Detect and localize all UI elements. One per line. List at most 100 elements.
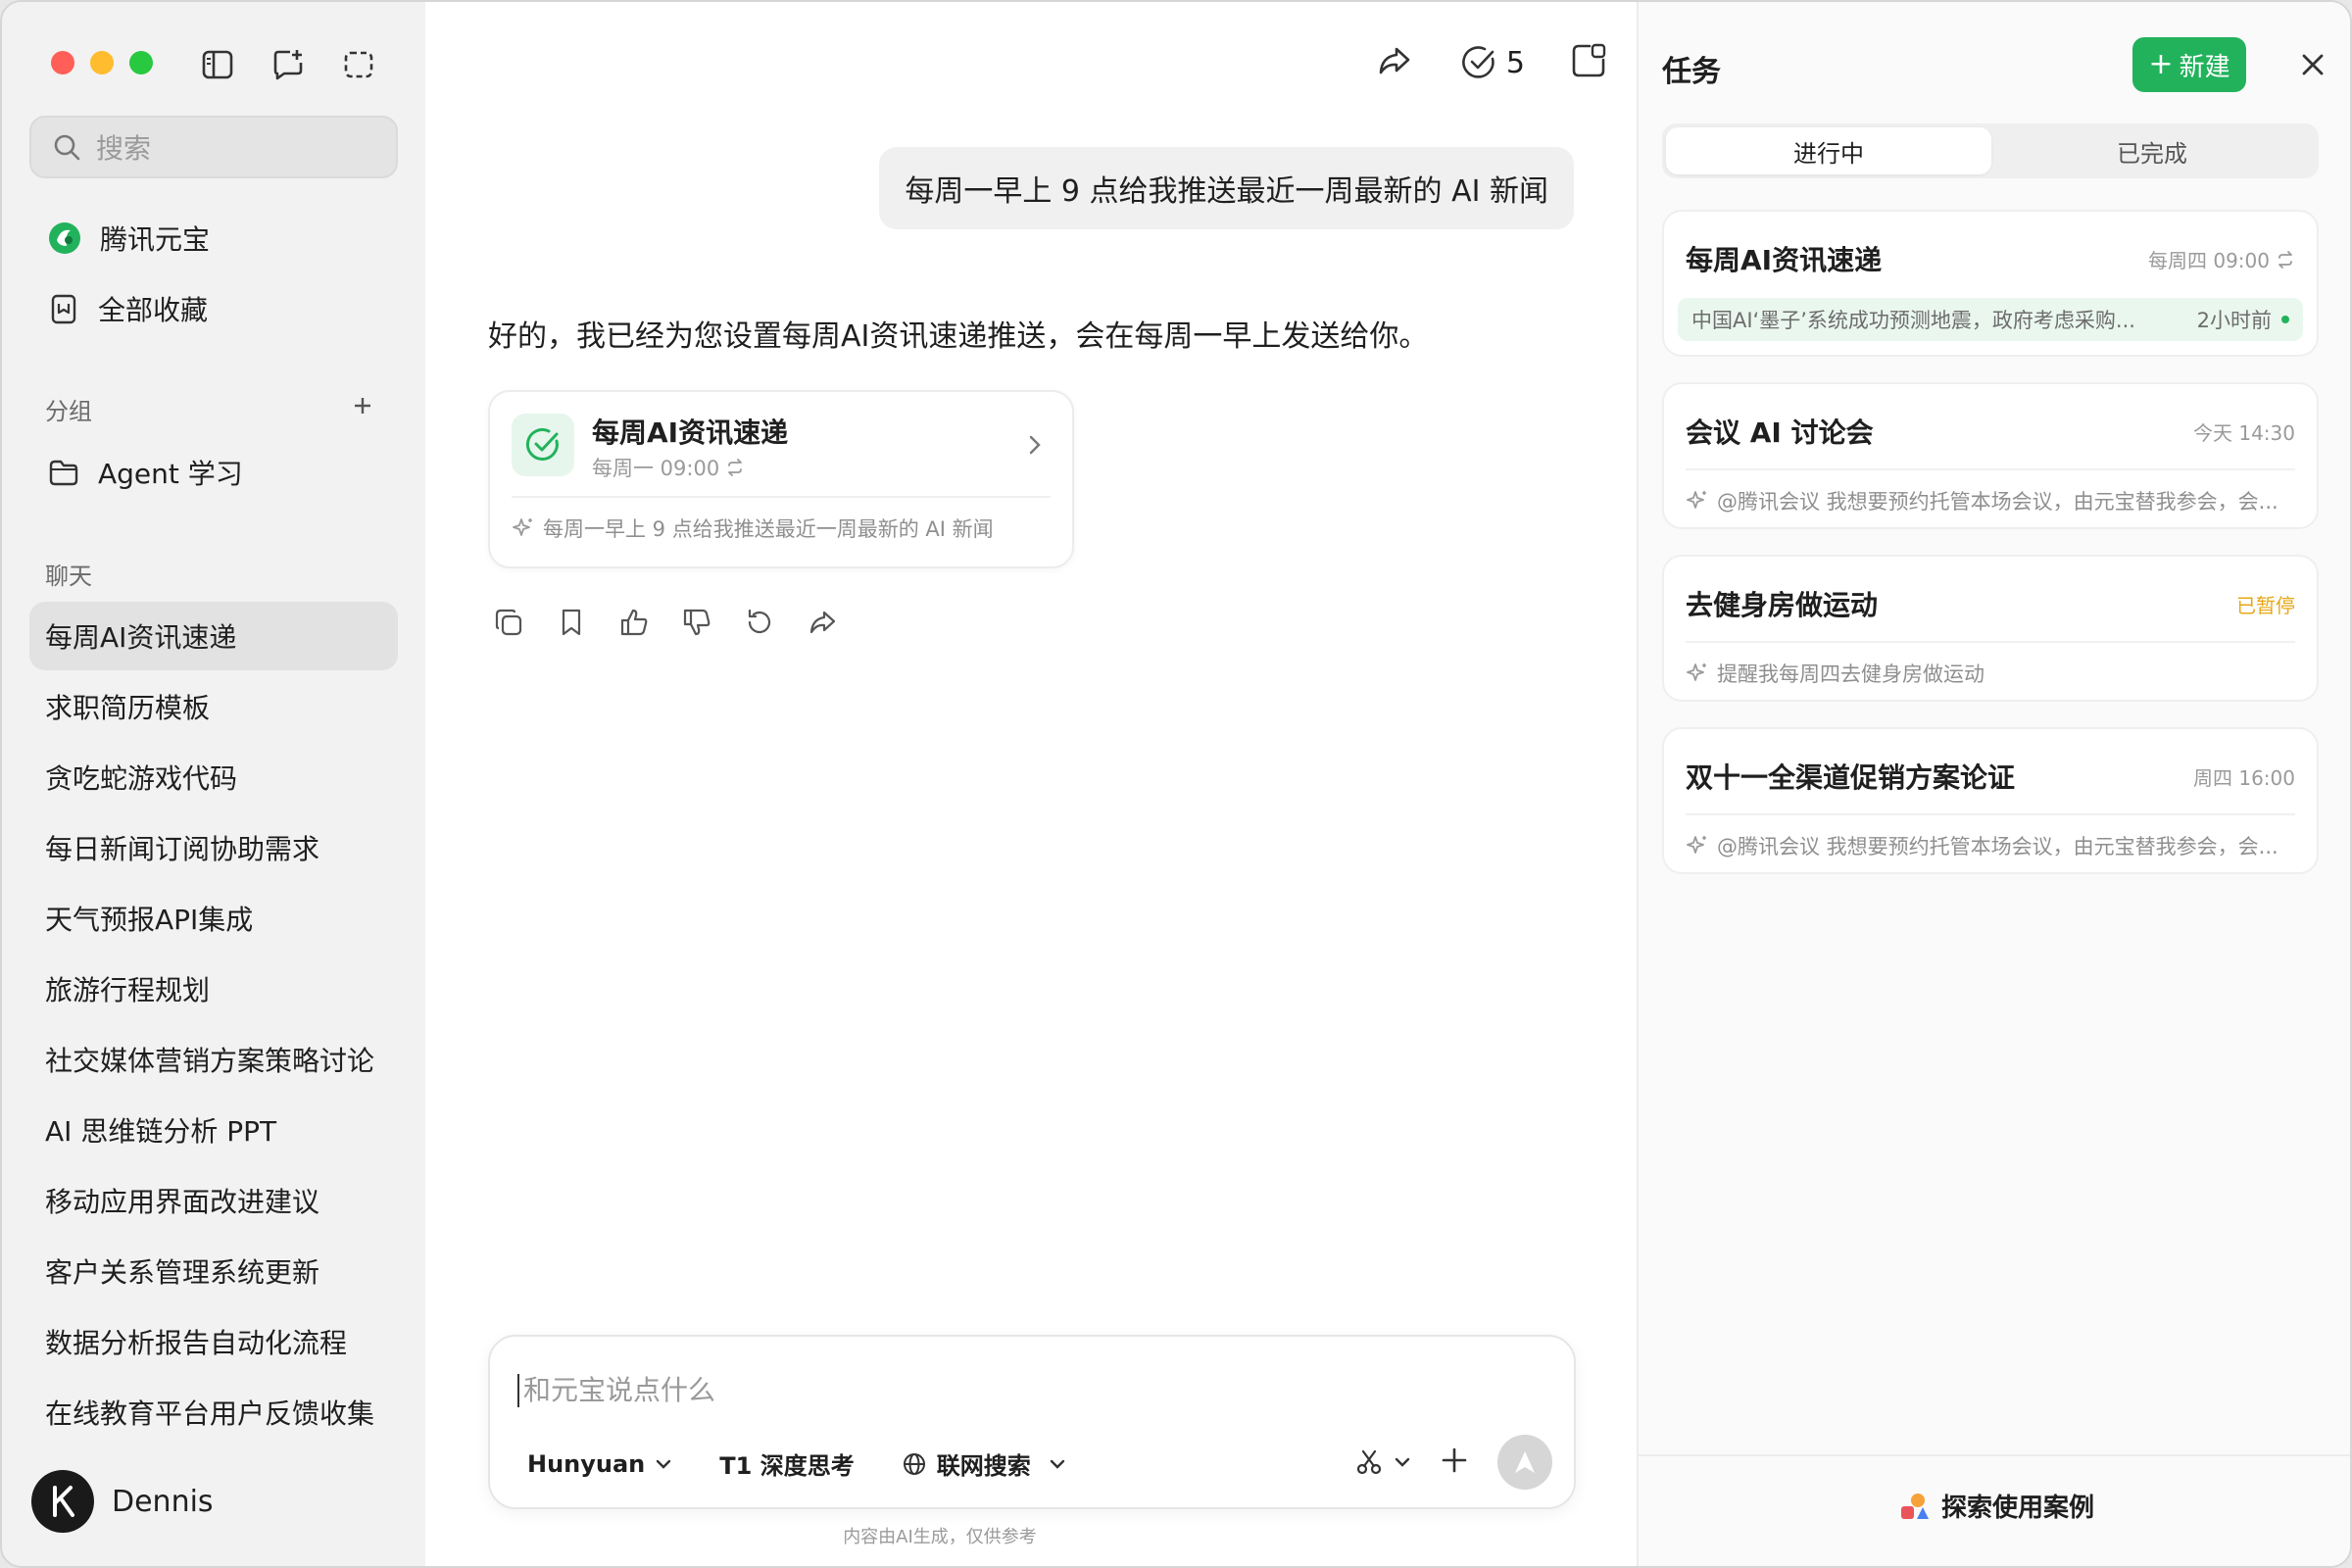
- user-name: Dennis: [112, 1484, 214, 1519]
- share-message-button[interactable]: [806, 606, 839, 639]
- minimize-window-button[interactable]: [90, 51, 114, 74]
- time-ago: 2小时前: [2196, 309, 2272, 332]
- new-window-button[interactable]: [1570, 42, 1607, 83]
- chat-item[interactable]: 社交媒体营销方案策略讨论: [29, 1025, 398, 1094]
- task-filter-tabs: 进行中 已完成: [1662, 123, 2319, 178]
- like-button[interactable]: [617, 606, 651, 639]
- folder-icon: [49, 460, 78, 486]
- groups-heading: 分组: [45, 398, 92, 425]
- chevron-down-icon: [657, 1459, 671, 1469]
- new-task-button[interactable]: + 新建: [2132, 37, 2246, 92]
- explore-use-cases-link[interactable]: 探索使用案例: [1639, 1488, 2350, 1524]
- task-title: 去健身房做运动: [1686, 589, 1879, 621]
- task-item[interactable]: 会议 AI 讨论会 今天 14:30 @腾讯会议 我想要预约托管本场会议，由元宝…: [1662, 382, 2319, 529]
- shapes-icon: [1900, 1493, 1929, 1519]
- repeat-icon: [728, 459, 743, 476]
- chat-item[interactable]: 每日新闻订阅协助需求: [29, 813, 398, 882]
- task-item[interactable]: 双十一全渠道促销方案论证 周四 16:00 @腾讯会议 我想要预约托管本场会议，…: [1662, 727, 2319, 874]
- user-message-bubble: 每周一早上 9 点给我推送最近一周最新的 AI 新闻: [879, 147, 1574, 229]
- chat-item[interactable]: 天气预报API集成: [29, 884, 398, 953]
- globe-icon: [903, 1452, 925, 1475]
- sparkle-icon: [513, 518, 532, 536]
- chat-item[interactable]: 旅游行程规划: [29, 955, 398, 1023]
- ai-disclaimer: 内容由AI生成，仅供参考: [843, 1527, 1037, 1547]
- prompt-text: @腾讯会议 我想要预约托管本场会议，由元宝替我参会，会...: [1717, 490, 2278, 514]
- app-window: 搜索 腾讯元宝 全部收藏 分组 Agent 学习 聊天 每周AI资讯速递 求职简…: [0, 0, 2352, 1568]
- task-title: 双十一全渠道促销方案论证: [1686, 761, 2016, 794]
- new-task-label: 新建: [2179, 52, 2230, 82]
- chevron-down-icon: [1050, 1459, 1064, 1469]
- sidebar-toggle-icon[interactable]: [198, 45, 237, 84]
- group-item-label: Agent 学习: [98, 458, 243, 490]
- nav-item-yuanbao[interactable]: 腾讯元宝: [29, 206, 398, 270]
- task-schedule: 周四 16:00: [2193, 766, 2295, 790]
- panel-title: 任务: [1662, 55, 1721, 89]
- thumbs-up-icon: [620, 609, 648, 636]
- schedule-text: 每周一 09:00: [592, 457, 720, 480]
- tab-completed[interactable]: 已完成: [1989, 127, 2315, 174]
- web-search-toggle[interactable]: 联网搜索: [902, 1446, 1066, 1481]
- chat-item[interactable]: 贪吃蛇游戏代码: [29, 743, 398, 811]
- maximize-window-button[interactable]: [129, 51, 153, 74]
- news-headline: 中国AI‘墨子’系统成功预测地震，政府考虑采购...: [1691, 309, 2135, 332]
- user-profile[interactable]: Dennis: [31, 1470, 214, 1533]
- tasks-button[interactable]: 5: [1459, 43, 1525, 82]
- chat-item[interactable]: 数据分析报告自动化流程: [29, 1307, 398, 1376]
- chat-item[interactable]: AI 思维链分析 PPT: [29, 1096, 398, 1164]
- chat-item[interactable]: 在线教育平台用户反馈收集: [29, 1378, 398, 1446]
- chat-item[interactable]: 求职简历模板: [29, 672, 398, 741]
- close-panel-button[interactable]: [2295, 47, 2330, 82]
- new-chat-icon[interactable]: [269, 45, 308, 84]
- share-button[interactable]: [1375, 41, 1414, 84]
- task-title: 会议 AI 讨论会: [1686, 416, 1874, 449]
- task-prompt: @腾讯会议 我想要预约托管本场会议，由元宝替我参会，会...: [1686, 831, 2295, 860]
- task-item[interactable]: 去健身房做运动 已暂停 提醒我每周四去健身房做运动: [1662, 555, 2319, 702]
- close-window-button[interactable]: [51, 51, 74, 74]
- chevron-right-icon: [1025, 431, 1045, 463]
- screenshot-icon[interactable]: [339, 45, 378, 84]
- chat-item[interactable]: 每周AI资讯速递: [29, 602, 398, 670]
- model-select[interactable]: Hunyuan: [527, 1450, 672, 1478]
- dislike-button[interactable]: [680, 606, 713, 639]
- group-item-agent[interactable]: Agent 学习: [29, 440, 398, 505]
- message-actions: [492, 606, 839, 639]
- task-card[interactable]: 每周AI资讯速递 每周一 09:00 每周一早上 9 点给我推送最近一周最新的 …: [488, 390, 1074, 568]
- composer-right-tools: [1354, 1435, 1552, 1490]
- tab-in-progress[interactable]: 进行中: [1666, 127, 1991, 174]
- result-time: 2小时前: [2197, 305, 2289, 334]
- sparkle-icon: [1687, 491, 1706, 509]
- task-status-paused: 已暂停: [2236, 594, 2295, 617]
- search-input[interactable]: 搜索: [29, 116, 398, 178]
- tools-menu-button[interactable]: [1354, 1447, 1411, 1477]
- search-icon: [54, 134, 80, 161]
- tasks-panel: 任务 + 新建 进行中 已完成 每周AI资讯速递 每周四 09:00 中国AI‘…: [1637, 2, 2350, 1566]
- nav-item-favorites[interactable]: 全部收藏: [29, 276, 398, 341]
- task-card-schedule: 每周一 09:00: [592, 453, 745, 482]
- bookmark-icon: [562, 609, 581, 636]
- prompt-text: 每周一早上 9 点给我推送最近一周最新的 AI 新闻: [543, 517, 994, 541]
- task-status-icon: [512, 414, 574, 476]
- model-label: Hunyuan: [527, 1449, 646, 1478]
- chat-item[interactable]: 移动应用界面改进建议: [29, 1166, 398, 1235]
- attach-button[interactable]: [1439, 1445, 1470, 1480]
- message-input[interactable]: 和元宝说点什么: [517, 1374, 715, 1407]
- copy-button[interactable]: [492, 606, 525, 639]
- sparkle-icon: [1687, 836, 1706, 854]
- deep-think-toggle[interactable]: T1 深度思考: [719, 1446, 854, 1481]
- chat-item[interactable]: 客户关系管理系统更新: [29, 1237, 398, 1305]
- bookmark-icon: [51, 294, 76, 324]
- regenerate-button[interactable]: [743, 606, 776, 639]
- send-button[interactable]: [1497, 1435, 1552, 1490]
- avatar: [31, 1470, 94, 1533]
- divider: [1639, 1454, 2350, 1456]
- web-search-label: 联网搜索: [936, 1452, 1031, 1480]
- task-count: 5: [1505, 45, 1525, 80]
- thumbs-down-icon: [683, 609, 710, 636]
- nav-item-label: 全部收藏: [98, 294, 209, 326]
- add-group-button[interactable]: [347, 390, 378, 421]
- close-icon: [2302, 54, 2324, 75]
- bookmark-button[interactable]: [555, 606, 588, 639]
- task-item[interactable]: 每周AI资讯速递 每周四 09:00 中国AI‘墨子’系统成功预测地震，政府考虑…: [1662, 210, 2319, 357]
- deep-think-label: T1 深度思考: [719, 1452, 855, 1480]
- share-icon: [1379, 47, 1410, 74]
